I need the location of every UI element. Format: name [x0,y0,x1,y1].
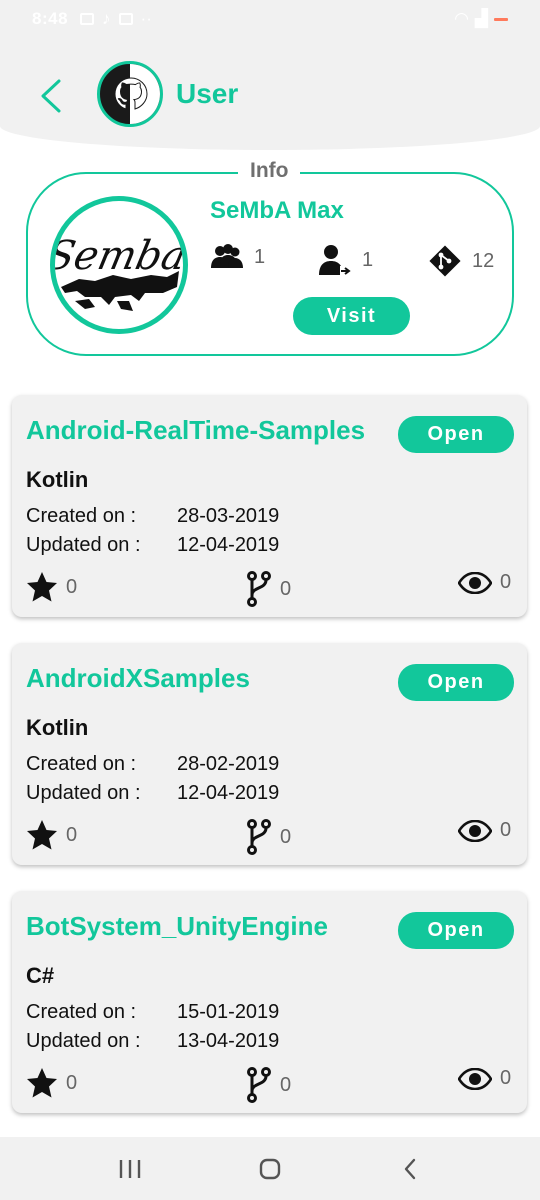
forks-metric: 0 [246,1067,291,1103]
open-repo-button[interactable]: Open [398,664,514,701]
status-notification-icons: ♪ ·· [80,9,152,29]
semba-logo: Semba [55,231,183,311]
followers-stat: 1 [210,244,265,270]
back-button[interactable] [36,76,66,116]
created-date: 15-01-2019 [177,1001,280,1023]
status-system-icons: ◠ ▟ [454,9,508,29]
repo-card: BotSystem_UnityEngine Open C# Created on… [12,891,527,1113]
watchers-metric: 0 [458,571,511,594]
back-arrow-icon [41,79,61,113]
wifi-icon: ◠ [454,9,469,28]
app-header: User [0,38,540,150]
following-stat: 1 [318,244,373,276]
gallery-notification-icon [80,13,95,25]
open-repo-button[interactable]: Open [398,416,514,453]
stars-count: 0 [66,1071,78,1094]
updated-date: 13-04-2019 [177,1030,280,1052]
eye-icon [458,1067,492,1090]
visit-button[interactable]: Visit [293,297,410,335]
app-notification-icon [118,13,133,25]
user-name: SeMbA Max [210,197,344,224]
repo-name: AndroidXSamples [26,663,250,693]
eye-icon [458,819,492,842]
created-date: 28-03-2019 [177,505,280,527]
watchers-count: 0 [500,571,512,593]
forks-count: 0 [280,577,292,600]
created-date: 28-02-2019 [177,753,280,775]
repo-card: Android-RealTime-Samples Open Kotlin Cre… [12,395,527,617]
repo-name: Android-RealTime-Samples [26,415,366,445]
watchers-metric: 0 [458,819,511,842]
avatar-logo-text: Semba [55,231,183,278]
repo-card: AndroidXSamples Open Kotlin Created on :… [12,643,527,865]
info-card-label: Info [238,159,301,183]
followers-count: 1 [254,245,266,268]
updated-date: 12-04-2019 [177,534,280,556]
system-nav-bar [0,1137,540,1200]
repos-stat: 12 [428,244,494,278]
repo-name: BotSystem_UnityEngine [26,911,328,941]
home-button[interactable] [250,1149,290,1189]
signal-icon: ▟ [474,9,488,28]
stars-metric: 0 [26,1067,77,1099]
followers-icon [211,244,243,268]
eye-icon [458,571,492,594]
repo-language: C# [26,963,55,988]
following-count: 1 [362,248,374,271]
forks-count: 0 [280,825,292,848]
page-title: User [176,78,239,109]
status-bar: 8:48 ♪ ·· ◠ ▟ [0,0,540,38]
fork-icon [247,1067,271,1103]
tiktok-notification-icon: ♪ [102,9,111,28]
following-icon [319,245,352,275]
created-label: Created on : [26,505,137,527]
created-label: Created on : [26,1001,137,1023]
repos-count: 12 [472,249,495,272]
watchers-metric: 0 [458,1067,511,1090]
updated-label: Updated on : [26,534,141,556]
git-icon [429,245,461,277]
stars-count: 0 [66,823,78,846]
more-notifications-icon: ·· [140,9,152,28]
github-icon [114,77,148,110]
repo-language: Kotlin [26,467,89,492]
fork-icon [247,571,271,607]
stars-count: 0 [66,575,78,598]
updated-date: 12-04-2019 [177,782,280,804]
stars-metric: 0 [26,819,77,851]
star-icon [27,820,57,850]
user-avatar: Semba [50,196,188,334]
battery-icon [494,17,508,21]
created-label: Created on : [26,753,137,775]
forks-metric: 0 [246,571,291,607]
updated-label: Updated on : [26,1030,141,1052]
star-icon [27,1068,57,1098]
open-repo-button[interactable]: Open [398,912,514,949]
recent-apps-button[interactable] [110,1149,150,1189]
star-icon [27,572,57,602]
updated-label: Updated on : [26,782,141,804]
status-time: 8:48 [32,9,69,28]
forks-metric: 0 [246,819,291,855]
forks-count: 0 [280,1073,292,1096]
system-back-button[interactable] [390,1149,430,1189]
home-icon [259,1158,281,1179]
github-avatar [97,61,163,127]
stars-metric: 0 [26,571,77,603]
fork-icon [247,819,271,855]
repo-language: Kotlin [26,715,89,740]
watchers-count: 0 [500,1067,512,1089]
nav-back-icon [404,1158,416,1179]
watchers-count: 0 [500,819,512,841]
recent-apps-icon [119,1159,141,1178]
